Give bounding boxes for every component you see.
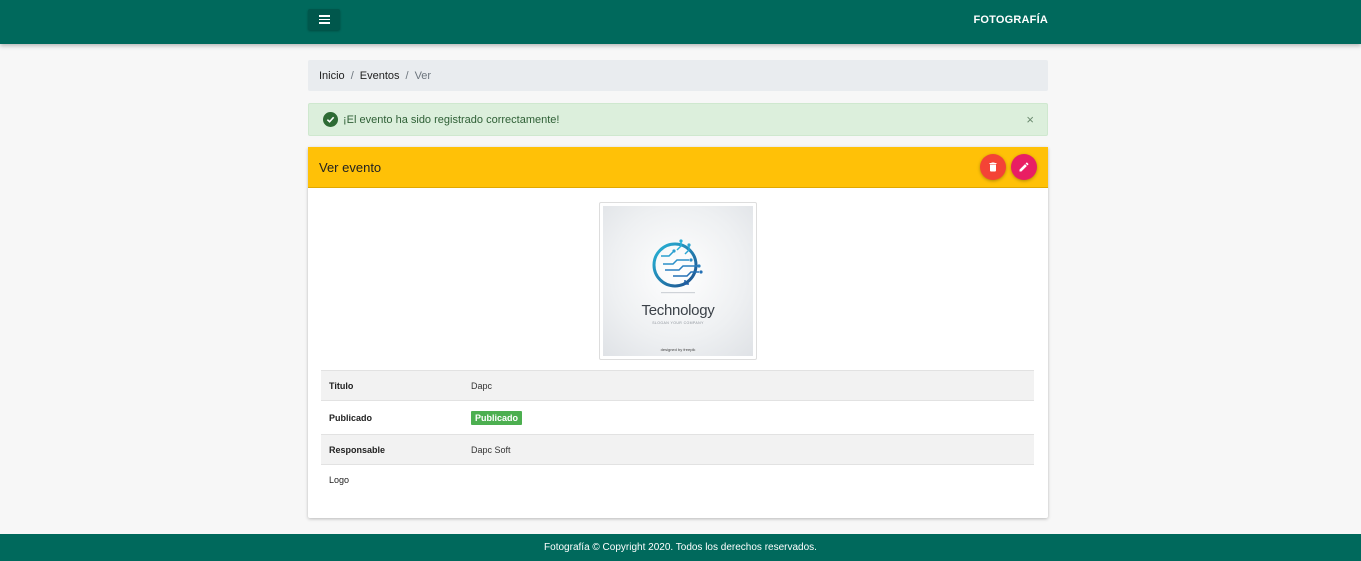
logo-title: Technology <box>641 302 715 319</box>
row-value-titulo: Dapc <box>463 370 1034 401</box>
table-row: Publicado Publicado <box>321 400 1034 435</box>
event-logo-image: Technology SLOGAN YOUR COMPANY designed … <box>599 202 757 360</box>
logo-credit: designed by freepik <box>660 347 696 352</box>
row-label-responsable: Responsable <box>321 434 463 465</box>
trash-icon <box>989 162 997 172</box>
breadcrumb-separator: / <box>405 69 409 82</box>
row-label-logo: Logo <box>321 464 463 495</box>
row-label-titulo: Titulo <box>321 370 463 401</box>
breadcrumb-separator: / <box>350 69 354 82</box>
hamburger-menu-icon <box>318 15 330 17</box>
card-header: Ver evento <box>308 147 1048 188</box>
hamburger-menu-button[interactable] <box>308 9 340 30</box>
event-details-table: Titulo Dapc Publicado Publicado Responsa… <box>321 370 1034 495</box>
brand-title[interactable]: FOTOGRAFÍA <box>973 14 1048 26</box>
technology-logo: Technology SLOGAN YOUR COMPANY designed … <box>603 206 753 356</box>
row-label-publicado: Publicado <box>321 400 463 435</box>
table-row: Responsable Dapc Soft <box>321 434 1034 465</box>
row-value-logo <box>463 464 1034 495</box>
edit-button[interactable] <box>1011 154 1037 180</box>
footer-copyright: Fotografía © Copyright 2020. Todos los d… <box>544 542 817 553</box>
breadcrumb: Inicio / Eventos / Ver <box>308 60 1048 91</box>
logo-slogan: SLOGAN YOUR COMPANY <box>652 321 704 325</box>
breadcrumb-item-eventos[interactable]: Eventos <box>360 70 400 82</box>
card-title: Ver evento <box>319 159 382 175</box>
event-detail-card: Ver evento Technology SLOGAN YOUR COMPAN… <box>308 147 1048 518</box>
check-circle-icon <box>323 112 338 127</box>
page-footer: Fotografía © Copyright 2020. Todos los d… <box>0 534 1361 561</box>
table-row: Logo <box>321 464 1034 495</box>
alert-message: ¡El evento ha sido registrado correctame… <box>343 113 560 126</box>
top-navbar: FOTOGRAFÍA <box>0 0 1361 44</box>
success-alert: ¡El evento ha sido registrado correctame… <box>308 103 1048 136</box>
row-value-responsable: Dapc Soft <box>463 434 1034 465</box>
circuit-globe-icon <box>652 239 703 294</box>
breadcrumb-item-active: Ver <box>414 69 432 82</box>
breadcrumb-item-inicio[interactable]: Inicio <box>319 70 345 82</box>
close-alert-button[interactable]: × <box>1026 112 1034 127</box>
table-row: Titulo Dapc <box>321 370 1034 401</box>
status-badge: Publicado <box>471 410 523 425</box>
delete-button[interactable] <box>980 154 1006 180</box>
pencil-icon <box>1019 162 1029 172</box>
